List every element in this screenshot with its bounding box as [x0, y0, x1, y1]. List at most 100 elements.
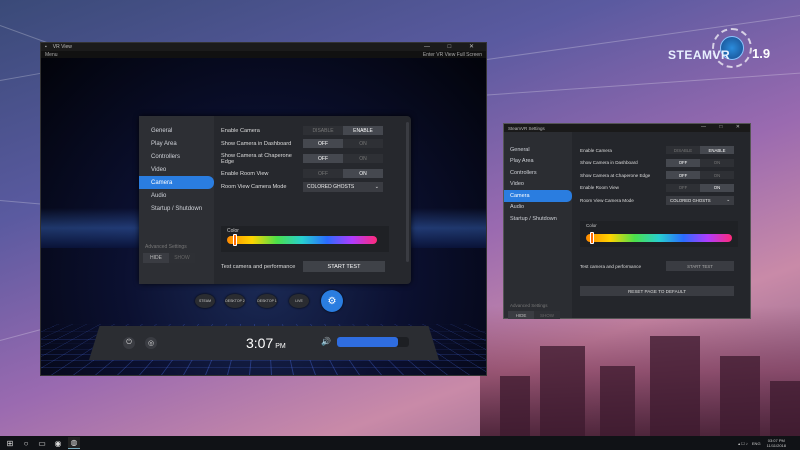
show-button[interactable]: SHOW — [169, 253, 195, 263]
settings-sidebar: General Play Area Controllers Video Came… — [504, 132, 572, 319]
color-slider-handle[interactable] — [233, 234, 237, 246]
toggle-off[interactable]: OFF — [666, 171, 700, 180]
vr-settings-sidebar: General Play Area Controllers Video Came… — [139, 116, 214, 284]
start-icon[interactable]: ⊞ — [4, 437, 16, 449]
version-label: 1.9 — [752, 46, 771, 61]
advanced-toggle: HIDE SHOW — [508, 311, 560, 319]
setting-row: Show Camera in Dashboard OFF ON — [580, 157, 742, 170]
color-slider-handle[interactable] — [590, 232, 594, 244]
toggle-on[interactable]: ON — [700, 158, 734, 167]
nav-play-area[interactable]: Play Area — [504, 156, 572, 168]
live-button[interactable]: LIVE — [289, 294, 309, 308]
toggle-on[interactable]: ON — [343, 169, 383, 178]
task-view-icon[interactable]: ▭ — [36, 437, 48, 449]
nav-camera[interactable]: Camera — [139, 176, 214, 189]
color-picker: Color — [580, 221, 738, 247]
language-indicator[interactable]: ENG — [752, 441, 761, 446]
vr-view-icon[interactable]: ◎ — [145, 337, 157, 349]
nav-startup-shutdown[interactable]: Startup / Shutdown — [504, 213, 572, 225]
toggle-on[interactable]: ON — [700, 183, 734, 192]
show-camera-chaperone-toggle[interactable]: OFF ON — [666, 171, 734, 180]
show-camera-dashboard-toggle[interactable]: OFF ON — [303, 139, 383, 148]
window-title: VR View — [52, 44, 72, 50]
network-icon[interactable]: ▴ ☐ ♪ — [738, 441, 748, 446]
time-ampm: PM — [275, 343, 286, 350]
color-slider-track[interactable] — [227, 236, 377, 244]
nav-audio[interactable]: Audio — [504, 202, 572, 214]
desktop-1-button[interactable]: DESKTOP 1 — [257, 294, 277, 308]
toggle-on[interactable]: ON — [700, 171, 734, 180]
start-test-button[interactable]: START TEST — [303, 261, 385, 272]
toggle-on[interactable]: ON — [343, 154, 383, 163]
system-tray: ▴ ☐ ♪ ENG 03:07 PM 11/11/2018 — [738, 436, 786, 450]
steam-button[interactable]: STEAM — [195, 294, 215, 308]
settings-gear-icon[interactable]: ⚙ — [321, 290, 343, 312]
steamvr-wordmark: STEAMVR — [668, 48, 731, 62]
color-label: Color — [586, 223, 597, 228]
reset-page-button[interactable]: RESET PAGE TO DEFAULT — [580, 286, 734, 296]
steamvr-settings-window: SteamVR Settings — □ ✕ General Play Area… — [503, 123, 751, 319]
show-camera-dashboard-toggle[interactable]: OFF ON — [666, 158, 734, 167]
settings-titlebar[interactable]: SteamVR Settings — □ ✕ — [504, 124, 750, 132]
toggle-off[interactable]: DISABLE — [666, 146, 700, 155]
chevron-down-icon: ⌄ — [374, 183, 379, 190]
show-button[interactable]: SHOW — [534, 311, 560, 319]
toggle-off[interactable]: OFF — [303, 169, 343, 178]
nav-play-area[interactable]: Play Area — [139, 137, 214, 150]
taskbar: ⊞ ○ ▭ ◉ ◍ ▴ ☐ ♪ ENG 03:07 PM 11/11/2018 — [0, 436, 800, 450]
toggle-on[interactable]: ENABLE — [700, 146, 734, 155]
toggle-off[interactable]: OFF — [303, 139, 343, 148]
nav-general[interactable]: General — [504, 144, 572, 156]
window-controls[interactable]: — □ ✕ — [701, 124, 746, 130]
toggle-off[interactable]: OFF — [666, 158, 700, 167]
menu-button[interactable]: Menu — [45, 52, 58, 58]
steamvr-icon[interactable]: ◍ — [68, 437, 80, 449]
color-slider-track[interactable] — [586, 234, 732, 242]
setting-row: Enable Camera DISABLE ENABLE — [580, 144, 742, 157]
nav-startup-shutdown[interactable]: Startup / Shutdown — [139, 202, 214, 215]
show-camera-chaperone-toggle[interactable]: OFF ON — [303, 154, 383, 163]
setting-row: Show Camera in Dashboard OFF ON — [221, 137, 403, 150]
nav-controllers[interactable]: Controllers — [504, 167, 572, 179]
nav-video[interactable]: Video — [139, 163, 214, 176]
nav-video[interactable]: Video — [504, 179, 572, 191]
vr-view-titlebar[interactable]: ▪ VR View — □ ✕ — [41, 43, 486, 51]
setting-row: Show Camera at Chaperone Edge OFF ON — [221, 150, 403, 167]
volume-icon[interactable]: 🔊 — [321, 337, 331, 346]
hide-button[interactable]: HIDE — [143, 253, 169, 263]
setting-label: Show Camera in Dashboard — [221, 140, 292, 147]
toggle-on[interactable]: ENABLE — [343, 126, 383, 135]
select-value: COLORED GHOSTS — [307, 183, 355, 190]
taskbar-clock[interactable]: 03:07 PM 11/11/2018 — [767, 438, 786, 448]
toggle-off[interactable]: OFF — [666, 183, 700, 192]
setting-row: Show Camera at Chaperone Edge OFF ON — [580, 169, 742, 182]
enable-room-view-toggle[interactable]: OFF ON — [666, 183, 734, 192]
toggle-on[interactable]: ON — [343, 139, 383, 148]
hide-button[interactable]: HIDE — [508, 311, 534, 319]
scrollbar[interactable] — [406, 122, 409, 262]
nav-general[interactable]: General — [139, 124, 214, 137]
nav-controllers[interactable]: Controllers — [139, 150, 214, 163]
search-icon[interactable]: ○ — [20, 437, 32, 449]
window-controls[interactable]: — □ ✕ — [424, 43, 482, 50]
room-view-mode-select[interactable]: COLORED GHOSTS ⌄ — [666, 195, 734, 205]
toggle-off[interactable]: DISABLE — [303, 126, 343, 135]
chevron-down-icon: ⌄ — [726, 197, 730, 203]
advanced-settings-label: Advanced Settings — [510, 303, 548, 308]
steamvr-logo: STEAMVR 1.9 — [668, 18, 778, 88]
power-icon[interactable]: ⏻ — [123, 337, 135, 349]
enable-room-view-toggle[interactable]: OFF ON — [303, 169, 383, 178]
enable-camera-toggle[interactable]: DISABLE ENABLE — [303, 126, 383, 135]
nav-audio[interactable]: Audio — [139, 189, 214, 202]
nav-camera[interactable]: Camera — [504, 190, 572, 202]
desktop-2-button[interactable]: DESKTOP 2 — [225, 294, 245, 308]
setting-row: Enable Room View OFF ON — [221, 167, 403, 180]
toggle-off[interactable]: OFF — [303, 154, 343, 163]
room-view-mode-select[interactable]: COLORED GHOSTS ⌄ — [303, 181, 383, 192]
volume-slider[interactable] — [337, 337, 409, 347]
steam-icon[interactable]: ◉ — [52, 437, 64, 449]
settings-content: Enable Camera DISABLE ENABLE Show Camera… — [580, 144, 742, 247]
enable-camera-toggle[interactable]: DISABLE ENABLE — [666, 146, 734, 155]
start-test-button[interactable]: START TEST — [666, 261, 734, 271]
dashboard-clock: 3:07 PM — [246, 335, 286, 351]
